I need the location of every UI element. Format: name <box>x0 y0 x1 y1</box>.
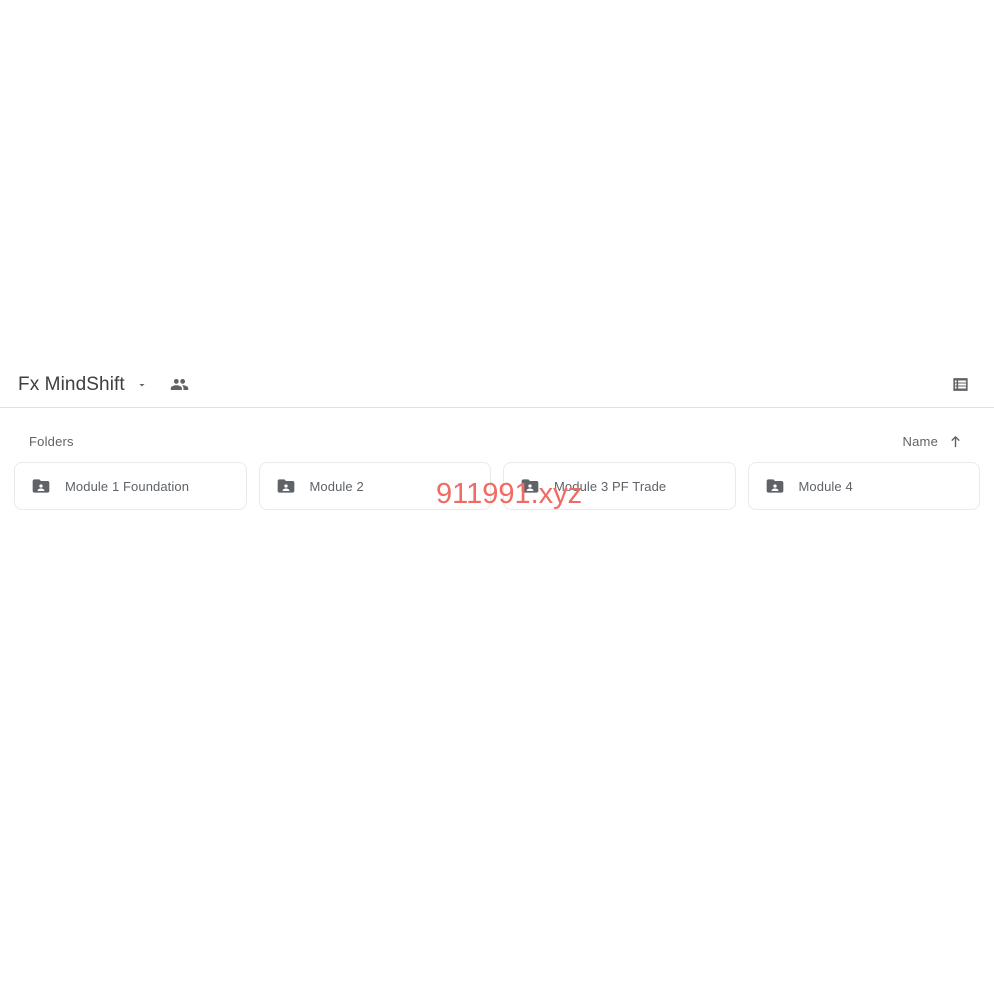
list-view-icon[interactable] <box>944 369 976 401</box>
page-title: Fx MindShift <box>18 373 125 395</box>
people-icon[interactable] <box>165 370 195 400</box>
shared-folder-icon <box>276 476 296 496</box>
folder-cards-row: Module 1 Foundation Module 2 Module 3 PF… <box>0 462 994 510</box>
arrow-up-icon[interactable] <box>947 433 964 450</box>
folder-name: Module 4 <box>798 478 853 494</box>
folder-name: Module 1 Foundation <box>65 478 190 494</box>
shared-folder-icon <box>765 476 785 496</box>
folder-card[interactable]: Module 4 <box>747 462 980 510</box>
drive-header: Fx MindShift <box>0 362 994 407</box>
folder-name: Module 2 <box>309 478 364 494</box>
folder-card[interactable]: Module 3 PF Trade <box>503 462 736 510</box>
sort-control[interactable]: Name <box>903 433 980 450</box>
sort-label: Name <box>902 433 938 449</box>
folder-card[interactable]: Module 2 <box>258 462 491 510</box>
folders-section-header: Folders Name <box>0 424 994 458</box>
folder-card[interactable]: Module 1 Foundation <box>14 462 247 510</box>
empty-top-region <box>0 0 994 362</box>
shared-folder-icon <box>31 476 51 496</box>
shared-folder-icon <box>520 476 540 496</box>
title-group: Fx MindShift <box>18 370 195 400</box>
chevron-down-icon[interactable] <box>129 372 155 398</box>
header-divider <box>0 407 994 408</box>
folder-name: Module 3 PF Trade <box>554 478 667 494</box>
section-label-folders: Folders <box>29 433 74 449</box>
